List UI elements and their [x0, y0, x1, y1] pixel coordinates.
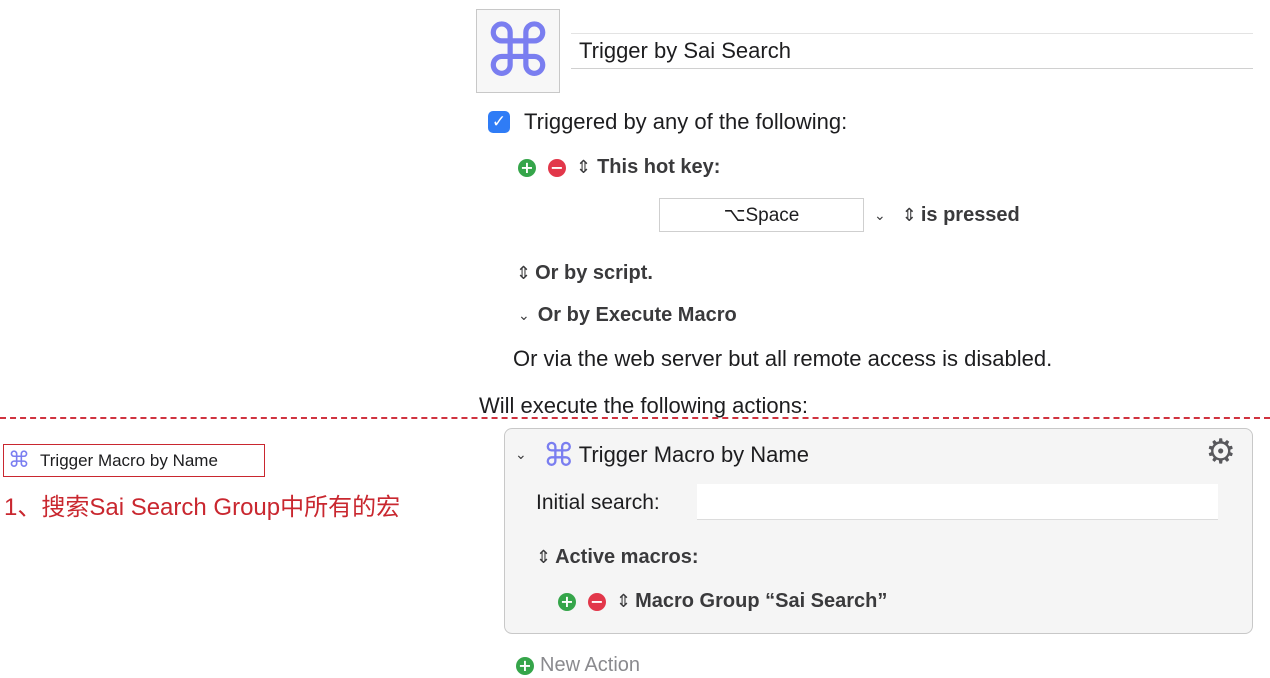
action-collapse-chevron-icon[interactable]: ⌄: [515, 447, 527, 463]
gear-icon[interactable]: ⚙: [1206, 435, 1236, 469]
actions-header: Will execute the following actions:: [479, 393, 808, 418]
active-macros-row: ⇕ Active macros:: [536, 546, 699, 569]
new-action-label: New Action: [540, 654, 641, 676]
trigger-type-chevron-icon[interactable]: ⇕: [576, 157, 591, 178]
or-by-script-row[interactable]: ⇕ Or by script.: [516, 262, 653, 285]
macro-name-text: Trigger by Sai Search: [579, 38, 791, 63]
add-trigger-icon[interactable]: +: [518, 158, 536, 177]
script-chevron-icon: ⇕: [516, 263, 532, 284]
add-action-icon: +: [516, 656, 534, 675]
initial-search-input[interactable]: [697, 484, 1218, 520]
hotkey-condition[interactable]: is pressed: [921, 204, 1020, 227]
hotkey-menu-chevron-icon[interactable]: ⌄: [874, 208, 886, 224]
annotation-box-label: Trigger Macro by Name: [40, 450, 218, 470]
macro-group-row: + − ⇕ Macro Group “Sai Search”: [558, 590, 887, 613]
hotkey-field[interactable]: ⌥Space: [659, 198, 864, 232]
web-server-note: Or via the web server but all remote acc…: [513, 346, 1053, 371]
triggered-by-label: Triggered by any of the following:: [524, 109, 848, 134]
command-icon: ⌘: [8, 448, 30, 473]
action-header-row: ⌄ ⌘ Trigger Macro by Name: [515, 439, 809, 471]
annotation-box: ⌘ Trigger Macro by Name: [3, 444, 265, 477]
initial-search-label: Initial search:: [536, 491, 660, 514]
active-macros-label: Active macros:: [555, 546, 699, 568]
execute-macro-disclosure-icon: ⌄: [518, 307, 530, 324]
annotation-note: 1、搜索Sai Search Group中所有的宏: [4, 494, 401, 521]
hotkey-condition-row: ⌄ ⇕ is pressed: [874, 204, 1020, 227]
remove-macro-group-icon[interactable]: −: [588, 592, 606, 611]
macro-name-field[interactable]: Trigger by Sai Search: [571, 33, 1253, 69]
annotation-dashed-line: [0, 417, 1270, 419]
or-by-script-label: Or by script.: [535, 262, 653, 284]
triggered-checkbox[interactable]: ✓: [488, 111, 510, 133]
active-macros-chevron-icon[interactable]: ⇕: [536, 547, 551, 568]
remove-trigger-icon[interactable]: −: [548, 158, 566, 177]
new-action-button[interactable]: + New Action: [516, 654, 640, 677]
add-macro-group-icon[interactable]: +: [558, 592, 576, 611]
hotkey-label: This hot key:: [597, 156, 721, 178]
or-by-execute-macro-row[interactable]: ⌄ Or by Execute Macro: [518, 304, 737, 327]
command-icon: ⌘: [482, 9, 554, 93]
condition-chevron-icon[interactable]: ⇕: [902, 205, 917, 226]
command-icon: ⌘: [542, 436, 575, 474]
macro-group-label: Macro Group “Sai Search”: [635, 590, 888, 612]
hotkey-trigger-row: + − ⇕ This hot key:: [518, 156, 720, 179]
hotkey-value: ⌥Space: [723, 204, 800, 226]
or-by-execute-macro-label: Or by Execute Macro: [537, 304, 737, 326]
action-panel[interactable]: ⌄ ⌘ Trigger Macro by Name ⚙ Initial sear…: [504, 428, 1253, 634]
macro-group-chevron-icon[interactable]: ⇕: [616, 591, 631, 612]
triggered-by-row: ✓ Triggered by any of the following:: [488, 109, 847, 135]
macro-icon-well[interactable]: ⌘: [476, 9, 560, 93]
action-title: Trigger Macro by Name: [578, 442, 809, 467]
